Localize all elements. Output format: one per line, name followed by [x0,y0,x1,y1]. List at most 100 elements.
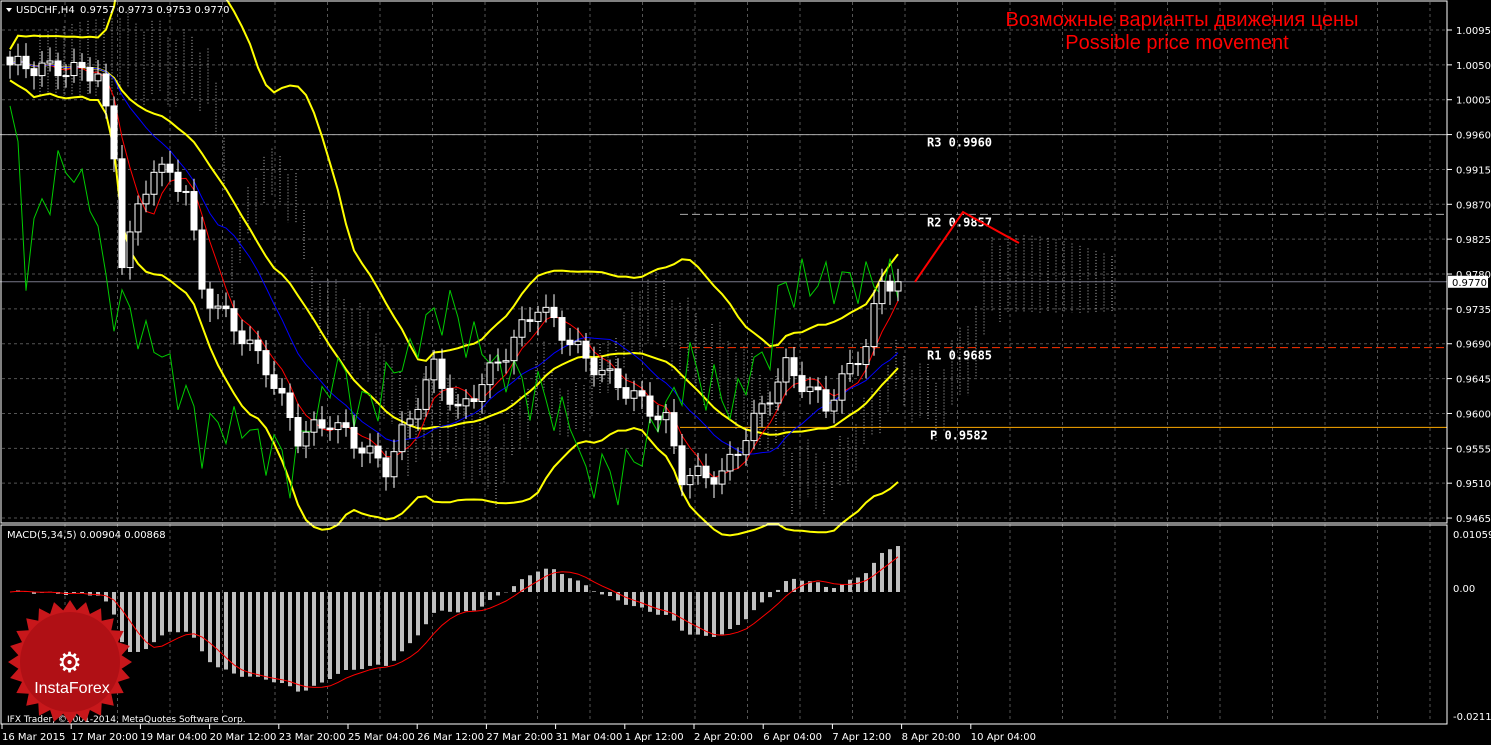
time-tick: 25 Mar 04:00 [348,732,415,743]
candle-body [118,158,126,269]
price-tick: 1.0050 [1456,61,1491,72]
macd-bar [872,562,876,592]
macd-bar [584,585,588,592]
candle-body [262,350,270,376]
macd-bar [312,592,316,686]
candle-body [326,427,334,431]
candle-body [342,422,350,428]
candle-body [86,67,94,82]
macd-bar [248,592,252,677]
candle-body [158,163,166,173]
macd-bar [472,592,476,611]
svg-text:InstaForex: InstaForex [34,680,110,697]
macd-bar [280,592,284,684]
time-tick: 23 Mar 20:00 [279,732,346,743]
macd-bar [416,592,420,636]
macd-bar [464,592,468,612]
macd-signal-line [9,556,899,688]
candle-body [462,398,470,407]
candle-body [278,387,286,394]
macd-bar [816,582,820,592]
annotation-ru: Возможные варианты движения цены [1006,9,1359,31]
candle-body [126,231,134,269]
macd-bar [448,592,452,612]
candle-body [478,384,486,403]
usdchf-chart[interactable]: R3 0.9960R2 0.9857R1 0.9685P 0.9582 1.00… [0,0,1491,745]
bollinger-lower [9,79,899,537]
macd-bar [112,592,116,615]
macd-bar [880,552,884,592]
macd-bar [576,580,580,592]
macd-bar [320,592,324,683]
candle-body [638,390,646,397]
candle-body [550,306,558,319]
time-tick: 10 Apr 04:00 [971,732,1036,743]
macd-bar [192,592,196,638]
candle-body [30,68,38,77]
candle-body [486,362,494,386]
macd-bar [424,592,428,625]
candle-body [886,280,894,292]
candle-body [302,431,310,447]
macd-bar [384,592,388,666]
macd-bar [560,574,564,592]
macd-bar [728,592,732,630]
candle-body [206,288,214,309]
time-tick: 1 Apr 12:00 [625,732,684,743]
price-tick: 0.9690 [1456,340,1491,351]
macd-bar [736,592,740,625]
macd-bar [864,573,868,592]
candle-body [414,408,422,420]
candle-body [110,105,118,160]
time-tick: 17 Mar 20:00 [71,732,138,743]
candle-body [22,55,30,70]
macd-bar [208,592,212,663]
candle-body [198,229,206,290]
macd-bar [760,592,764,603]
level-label-R3: R3 0.9960 [927,136,992,150]
macd-bar [840,583,844,592]
candle-body [750,412,758,442]
candle-body [54,60,62,77]
price-tick: 0.9870 [1456,200,1491,211]
macd-tick: 0.00 [1453,584,1475,595]
candle-body [662,412,670,421]
candle-body [390,451,398,478]
macd-bar [824,586,828,592]
candle-body [558,317,566,341]
candle-body [374,445,382,459]
macd-bar [328,592,332,680]
candle-body [694,465,702,477]
macd-bar [216,592,220,668]
time-tick: 31 Mar 04:00 [556,732,623,743]
menu-triangle-icon[interactable] [6,8,12,12]
candle-body [190,191,198,231]
macd-bar [544,568,548,592]
time-tick: 27 Mar 20:00 [486,732,553,743]
macd-bar [776,589,780,592]
macd-bar [712,592,716,637]
macd-bar [440,592,444,611]
macd-bar [272,592,276,683]
time-tick: 16 Mar 2015 [2,732,65,743]
price-tick: 0.9960 [1456,131,1491,142]
candle-body [734,453,742,456]
candle-body [870,303,878,348]
macd-bar [296,592,300,692]
candle-body [134,203,142,233]
macd-bar [608,592,612,597]
macd-bar [176,592,180,633]
candle-body [790,357,798,377]
candle-body [742,440,750,456]
candle-body [526,319,534,322]
candle-body [630,390,638,399]
candle-body [150,171,158,195]
macd-bar [480,592,484,607]
candle-body [710,477,718,485]
candle-body [94,73,102,82]
candle-body [166,163,174,173]
candle-body [534,311,542,322]
macd-bar [200,592,204,652]
macd-bar [768,592,772,598]
candle-body [518,319,526,338]
